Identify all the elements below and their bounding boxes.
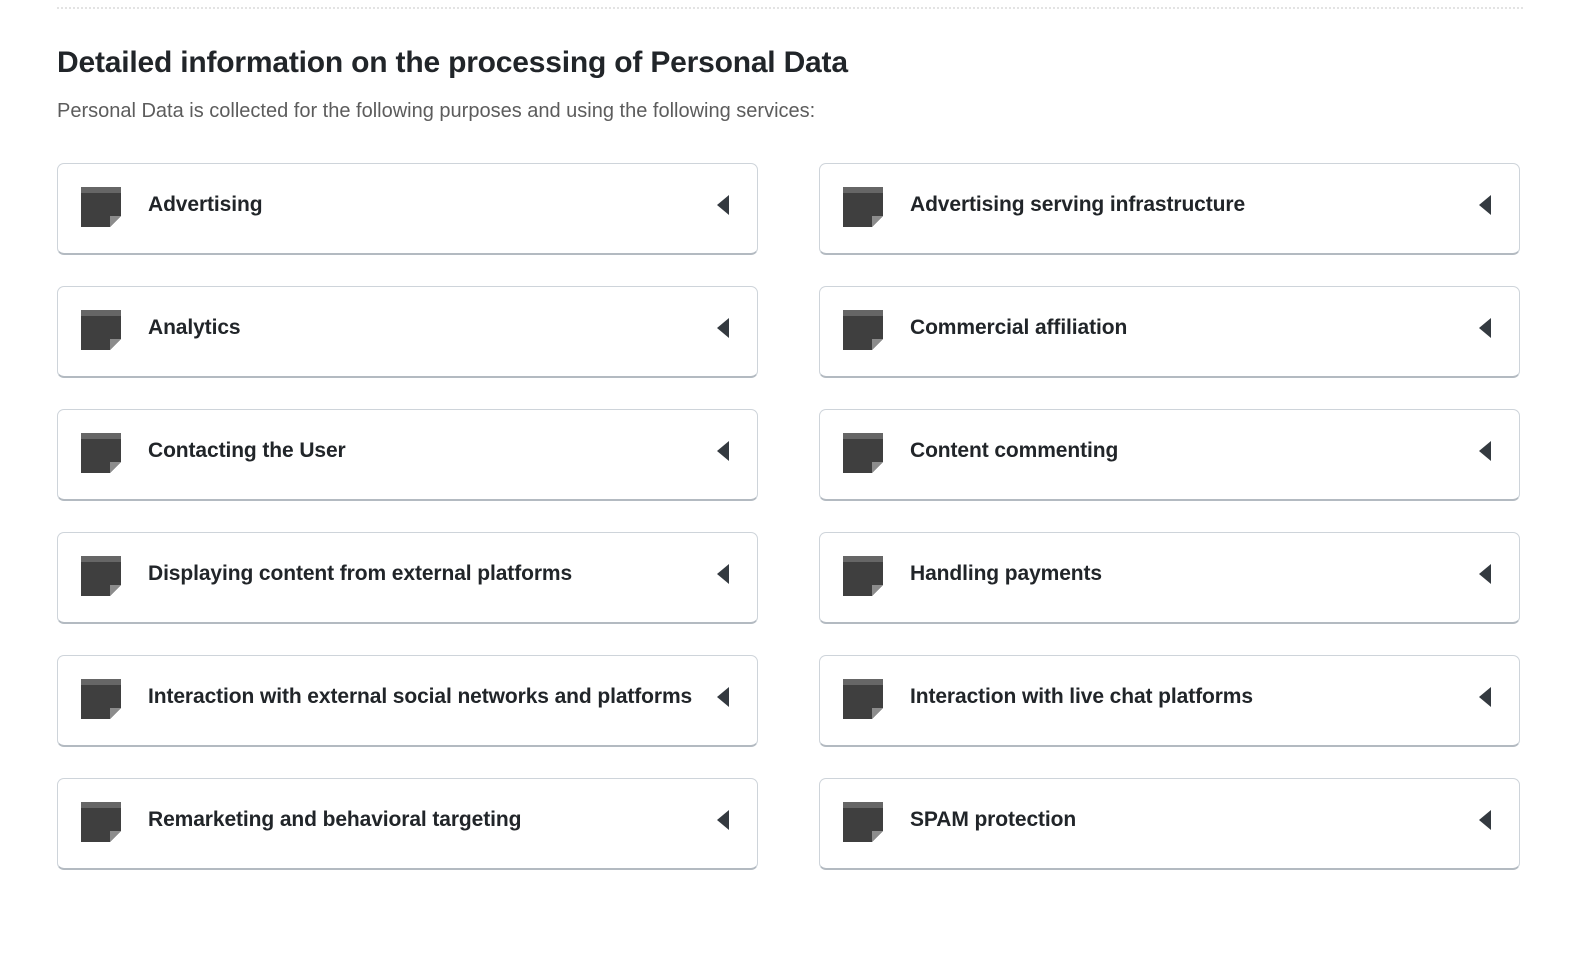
- document-icon: [81, 433, 121, 473]
- purpose-card-label: Advertising: [148, 193, 263, 216]
- triangle-left-icon[interactable]: [715, 555, 731, 593]
- purpose-card-label: Advertising serving infrastructure: [910, 193, 1246, 216]
- page-subtitle: Personal Data is collected for the follo…: [57, 100, 816, 122]
- purpose-card-label: Interaction with external social network…: [148, 685, 693, 708]
- purpose-card[interactable]: Analytics: [57, 286, 758, 378]
- purpose-card-label: Handling payments: [910, 562, 1102, 585]
- triangle-left-icon[interactable]: [715, 678, 731, 716]
- purpose-card-label: Commercial affiliation: [910, 316, 1128, 339]
- purpose-card-label: Contacting the User: [148, 439, 346, 462]
- purpose-card[interactable]: Interaction with live chat platforms: [819, 655, 1520, 747]
- triangle-left-icon[interactable]: [1477, 186, 1493, 224]
- purpose-card-label: Remarketing and behavioral targeting: [148, 808, 522, 831]
- purpose-card[interactable]: Contacting the User: [57, 409, 758, 501]
- document-icon: [81, 802, 121, 842]
- triangle-left-icon[interactable]: [1477, 678, 1493, 716]
- page-content: Detailed information on the processing o…: [0, 0, 1582, 870]
- document-icon: [843, 679, 883, 719]
- purposes-grid: Advertising Analytics Contacting the Use…: [57, 163, 1525, 870]
- document-icon: [843, 187, 883, 227]
- document-icon: [81, 679, 121, 719]
- triangle-left-icon[interactable]: [1477, 432, 1493, 470]
- document-icon: [81, 556, 121, 596]
- purpose-card[interactable]: Advertising: [57, 163, 758, 255]
- purpose-card[interactable]: Content commenting: [819, 409, 1520, 501]
- purpose-card-label: Interaction with live chat platforms: [910, 685, 1253, 708]
- document-icon: [843, 556, 883, 596]
- purpose-card-label: SPAM protection: [910, 808, 1077, 831]
- purpose-card-label: Analytics: [148, 316, 241, 339]
- privacy-policy-page: Detailed information on the processing o…: [0, 0, 1582, 980]
- triangle-left-icon[interactable]: [715, 432, 731, 470]
- document-icon: [843, 433, 883, 473]
- document-icon: [843, 310, 883, 350]
- triangle-left-icon[interactable]: [715, 309, 731, 347]
- purpose-card-label: Content commenting: [910, 439, 1119, 462]
- purpose-card[interactable]: Handling payments: [819, 532, 1520, 624]
- document-icon: [843, 802, 883, 842]
- purpose-card[interactable]: SPAM protection: [819, 778, 1520, 870]
- document-icon: [81, 187, 121, 227]
- triangle-left-icon[interactable]: [1477, 801, 1493, 839]
- document-icon: [81, 310, 121, 350]
- purpose-card[interactable]: Interaction with external social network…: [57, 655, 758, 747]
- triangle-left-icon[interactable]: [1477, 555, 1493, 593]
- purpose-card[interactable]: Displaying content from external platfor…: [57, 532, 758, 624]
- triangle-left-icon[interactable]: [1477, 309, 1493, 347]
- purpose-card[interactable]: Remarketing and behavioral targeting: [57, 778, 758, 870]
- purpose-card[interactable]: Commercial affiliation: [819, 286, 1520, 378]
- purpose-card-label: Displaying content from external platfor…: [148, 562, 573, 585]
- triangle-left-icon[interactable]: [715, 801, 731, 839]
- page-title: Detailed information on the processing o…: [57, 46, 848, 79]
- purpose-card[interactable]: Advertising serving infrastructure: [819, 163, 1520, 255]
- triangle-left-icon[interactable]: [715, 186, 731, 224]
